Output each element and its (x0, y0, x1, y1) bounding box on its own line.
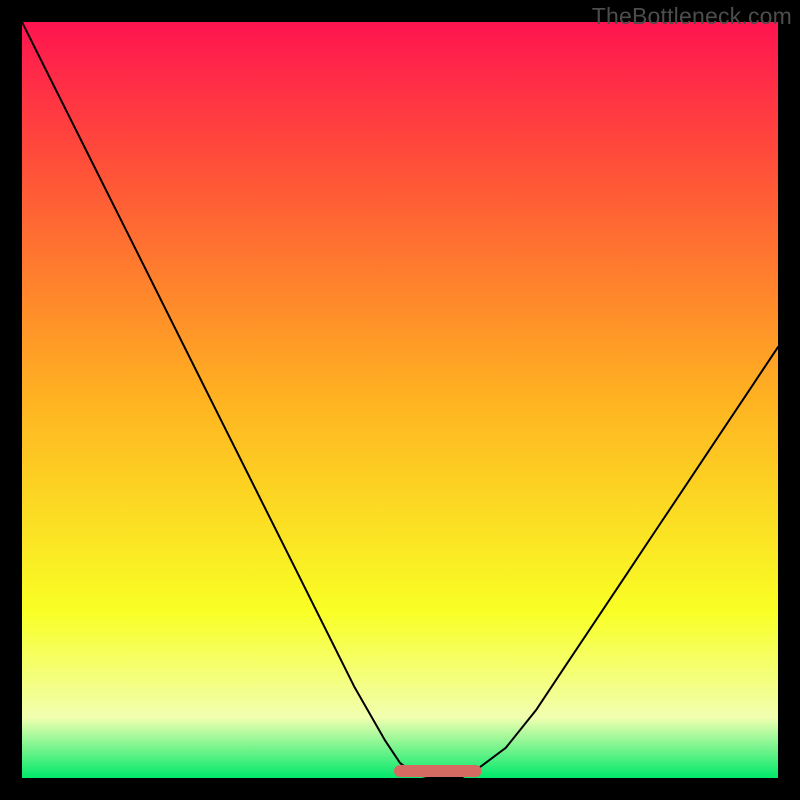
gradient-background (22, 22, 778, 778)
watermark-text: TheBottleneck.com (592, 3, 792, 30)
chart-frame: TheBottleneck.com (0, 0, 800, 800)
bottleneck-chart (22, 22, 778, 778)
